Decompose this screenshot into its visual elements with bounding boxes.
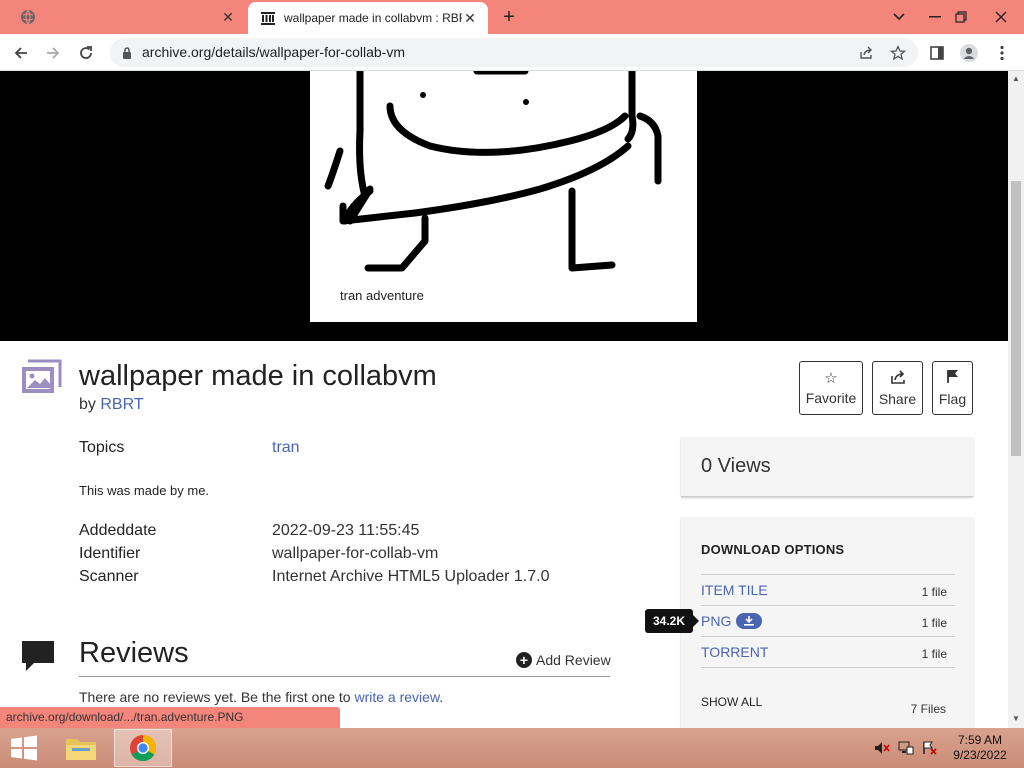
start-button[interactable] xyxy=(0,728,48,768)
add-review-button[interactable]: + Add Review xyxy=(516,652,611,668)
star-icon: ☆ xyxy=(824,369,838,387)
drawing-figure xyxy=(324,71,662,272)
plus-circle-icon: + xyxy=(516,652,532,668)
download-divider xyxy=(701,667,955,668)
taskbar: 7:59 AM 9/23/2022 xyxy=(0,728,1024,768)
volume-muted-icon[interactable] xyxy=(874,740,890,756)
page-scrollbar[interactable]: ▲ ▼ xyxy=(1008,71,1024,728)
forward-button[interactable] xyxy=(40,40,66,66)
byline-prefix: by xyxy=(79,396,96,413)
download-file-count: 1 file xyxy=(921,616,947,630)
tab-inactive[interactable]: ✕ xyxy=(8,0,246,34)
clock-time: 7:59 AM xyxy=(957,733,1003,747)
author-link[interactable]: RBRT xyxy=(100,396,143,413)
metadata-key: Identifier xyxy=(79,545,141,562)
taskbar-clock[interactable]: 7:59 AM 9/23/2022 xyxy=(950,733,1010,763)
close-icon[interactable]: ✕ xyxy=(220,9,236,25)
metadata-key: Scanner xyxy=(79,568,139,585)
download-file-count: 1 file xyxy=(921,585,947,599)
flag-icon xyxy=(946,369,960,388)
share-page-icon[interactable] xyxy=(856,43,876,63)
side-panel-icon[interactable] xyxy=(924,40,950,66)
clock-date: 9/23/2022 xyxy=(953,748,1007,762)
scroll-thumb[interactable] xyxy=(1011,181,1021,456)
share-button[interactable]: Share xyxy=(872,361,923,415)
no-reviews-prefix: There are no reviews yet. Be the first o… xyxy=(79,689,351,705)
page-content: tran adventure wallpaper made in collabv… xyxy=(0,71,1008,728)
metadata-value: 2022-09-23 11:55:45 xyxy=(272,522,420,539)
artwork-image[interactable]: tran adventure xyxy=(310,71,697,322)
speech-bubble-icon xyxy=(20,639,56,678)
file-explorer-taskbar-button[interactable] xyxy=(52,729,110,767)
download-options-panel: DOWNLOAD OPTIONS ITEM TILE 1 file PNG 1 … xyxy=(681,517,973,728)
total-files-count: 7 Files xyxy=(910,702,946,716)
reload-button[interactable] xyxy=(73,40,99,66)
tab-active[interactable]: wallpaper made in collabvm : RBRT ✕ xyxy=(248,2,488,34)
no-reviews-text: There are no reviews yet. Be the first o… xyxy=(79,689,443,705)
share-label: Share xyxy=(878,390,917,407)
favorite-label: Favorite xyxy=(805,389,857,406)
download-link[interactable]: TORRENT xyxy=(701,644,768,660)
tab-title: wallpaper made in collabvm : RBRT xyxy=(284,11,462,25)
back-button[interactable] xyxy=(8,40,34,66)
reviews-divider xyxy=(79,676,610,677)
favorite-button[interactable]: ☆ Favorite xyxy=(799,361,863,415)
chrome-icon xyxy=(130,734,157,762)
new-tab-button[interactable]: + xyxy=(498,6,520,28)
scroll-up-icon[interactable]: ▲ xyxy=(1011,74,1021,84)
media-theater: tran adventure xyxy=(0,71,1008,341)
metadata-key: Addeddate xyxy=(79,522,157,539)
folder-icon xyxy=(66,739,96,760)
add-review-label: Add Review xyxy=(536,652,611,668)
windows-logo-icon xyxy=(11,735,37,761)
lock-icon[interactable] xyxy=(122,46,132,64)
url-text: archive.org/details/wallpaper-for-collab… xyxy=(142,44,405,60)
file-size-tooltip: 34.2K xyxy=(645,609,700,633)
views-panel: 0 Views xyxy=(681,437,973,497)
restore-button[interactable] xyxy=(944,0,978,34)
topics-label: Topics xyxy=(79,439,125,456)
address-bar[interactable]: archive.org/details/wallpaper-for-collab… xyxy=(110,38,918,67)
chevron-down-icon[interactable] xyxy=(882,0,916,34)
flag-button[interactable]: Flag xyxy=(932,361,973,415)
show-all-link[interactable]: SHOW ALL xyxy=(701,695,762,709)
archive-icon xyxy=(260,10,276,26)
download-heading: DOWNLOAD OPTIONS xyxy=(701,542,845,557)
download-row: ITEM TILE 1 file xyxy=(701,574,955,605)
metadata-value: wallpaper-for-collab-vm xyxy=(272,545,439,562)
download-row: TORRENT 1 file xyxy=(701,636,955,667)
item-description: This was made by me. xyxy=(79,483,210,498)
image-media-icon xyxy=(20,359,62,400)
scroll-down-icon[interactable]: ▼ xyxy=(1011,714,1021,724)
action-center-flag-icon[interactable] xyxy=(922,740,938,756)
close-icon[interactable]: ✕ xyxy=(462,10,478,26)
flag-label: Flag xyxy=(938,391,967,407)
status-bar-url: archive.org/download/.../tran.adventure.… xyxy=(0,707,340,728)
write-review-link[interactable]: write a review xyxy=(354,689,439,705)
download-file-count: 1 file xyxy=(921,647,947,661)
views-count: 0 Views xyxy=(701,455,771,477)
tab-strip: ✕ wallpaper made in collabvm : RBRT ✕ + xyxy=(0,0,1024,34)
bookmark-star-icon[interactable] xyxy=(888,43,908,63)
download-icon[interactable] xyxy=(736,613,763,629)
download-row: PNG 1 file xyxy=(701,605,955,636)
reviews-heading: Reviews xyxy=(79,637,189,669)
item-title: wallpaper made in collabvm xyxy=(79,360,437,392)
no-reviews-suffix: . xyxy=(439,689,444,705)
network-icon[interactable] xyxy=(898,740,914,756)
download-link-label: PNG xyxy=(701,613,732,629)
close-window-button[interactable] xyxy=(984,0,1018,34)
share-icon xyxy=(890,369,906,388)
artwork-caption: tran adventure xyxy=(340,288,424,303)
metadata-value: Internet Archive HTML5 Uploader 1.7.0 xyxy=(272,568,550,585)
byline: by RBRT xyxy=(79,396,144,414)
topic-link[interactable]: tran xyxy=(272,439,300,457)
menu-kebab-icon[interactable] xyxy=(989,40,1015,66)
browser-toolbar: archive.org/details/wallpaper-for-collab… xyxy=(0,34,1024,71)
chrome-taskbar-button[interactable] xyxy=(114,729,172,767)
globe-icon xyxy=(20,9,36,25)
download-link-png[interactable]: PNG xyxy=(701,613,763,629)
profile-avatar-icon[interactable] xyxy=(956,40,982,66)
download-link[interactable]: ITEM TILE xyxy=(701,582,768,598)
